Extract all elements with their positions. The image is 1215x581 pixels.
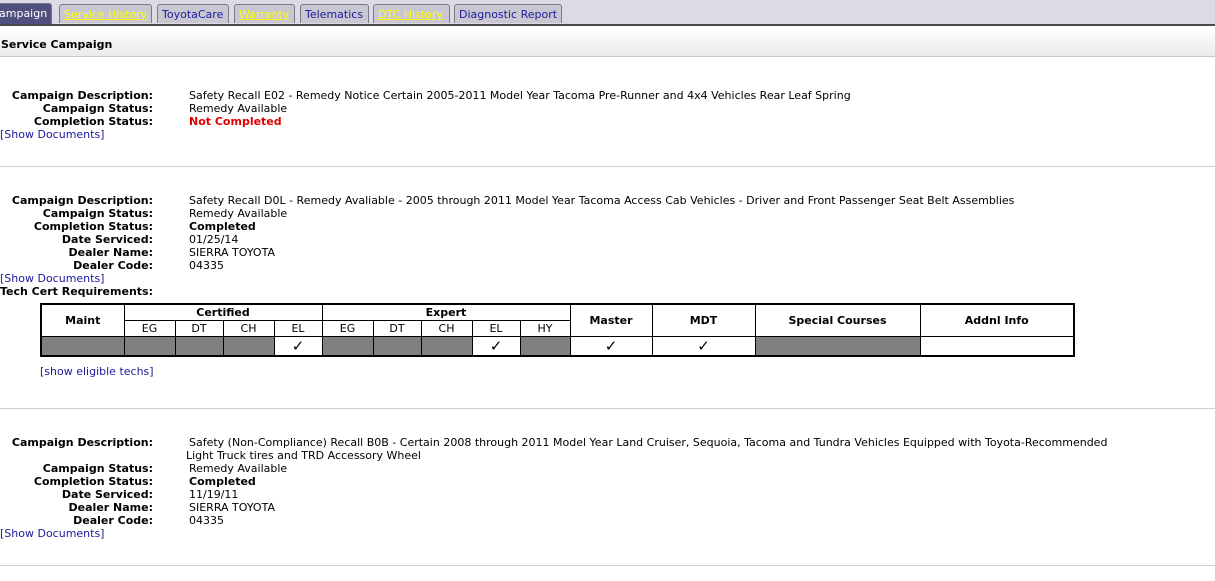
expert-header: Expert — [321, 303, 571, 321]
dealer-name-label: Dealer Name: — [68, 246, 153, 259]
campaign-description-line-2: Light Truck tires and TRD Accessory Whee… — [186, 449, 421, 462]
mdt-cell: ✓ — [651, 335, 756, 356]
tech-cert-table: Maint Certified Expert Master MDT Specia… — [40, 303, 1075, 357]
addnl-info-header: Addnl Info — [919, 303, 1075, 337]
campaign-description-label: Campaign Description: — [11, 89, 153, 102]
tab-bar: ampaign Service History ToyotaCare Warra… — [0, 0, 1215, 26]
tab-toyotacare[interactable]: ToyotaCare — [157, 4, 229, 23]
expert-hy-cell — [519, 335, 571, 356]
certified-eg-cell — [123, 335, 176, 356]
dealer-code: 04335 — [189, 259, 224, 272]
show-documents-link[interactable]: [Show Documents] — [0, 527, 104, 540]
campaign-divider — [0, 565, 1215, 566]
campaign-status-label: Campaign Status: — [42, 102, 153, 115]
dealer-name: SIERRA TOYOTA — [189, 246, 275, 259]
completion-status-label: Completion Status: — [33, 475, 153, 488]
show-documents-link[interactable]: [Show Documents] — [0, 272, 104, 285]
expert-ch-header: CH — [420, 319, 473, 337]
master-cell: ✓ — [569, 335, 653, 356]
tab-campaign[interactable]: ampaign — [0, 3, 52, 24]
show-documents-link[interactable]: [Show Documents] — [0, 128, 104, 141]
campaign-description-label: Campaign Description: — [11, 436, 153, 449]
tab-telematics[interactable]: Telematics — [300, 4, 369, 23]
campaign-status-label: Campaign Status: — [42, 207, 153, 220]
tab-service-history[interactable]: Service History — [59, 4, 152, 23]
expert-ch-cell — [420, 335, 473, 356]
tab-dtc-history[interactable]: DTC History — [373, 4, 450, 23]
maint-header: Maint — [40, 303, 125, 337]
mdt-header: MDT — [651, 303, 756, 337]
certified-el-header: EL — [273, 319, 323, 337]
certified-ch-header: CH — [222, 319, 275, 337]
date-serviced: 01/25/14 — [189, 233, 239, 246]
certified-dt-cell — [174, 335, 224, 356]
maint-cell — [40, 335, 125, 356]
section-title: Service Campaign — [0, 33, 1215, 57]
completion-status: Completed — [189, 220, 256, 233]
certified-el-cell: ✓ — [273, 335, 323, 356]
show-eligible-techs-link[interactable]: [show eligible techs] — [40, 365, 154, 378]
completion-status-label: Completion Status: — [33, 220, 153, 233]
campaign-divider — [0, 408, 1215, 409]
dealer-code-label: Dealer Code: — [73, 259, 153, 272]
certified-header: Certified — [123, 303, 323, 321]
dealer-name-label: Dealer Name: — [68, 501, 153, 514]
expert-dt-cell — [372, 335, 422, 356]
date-serviced-label: Date Serviced: — [61, 233, 153, 246]
expert-eg-cell — [321, 335, 374, 356]
tech-cert-label: Tech Cert Requirements: — [0, 285, 153, 298]
addnl-info-cell — [919, 335, 1075, 356]
dealer-name: SIERRA TOYOTA — [189, 501, 275, 514]
completion-status: Not Completed — [189, 115, 282, 128]
certified-ch-cell — [222, 335, 275, 356]
campaign-status: Remedy Available — [189, 102, 288, 115]
tab-diagnostic-report[interactable]: Diagnostic Report — [454, 4, 562, 23]
campaign-description: Safety Recall D0L - Remedy Avaliable - 2… — [189, 194, 1015, 207]
certified-eg-header: EG — [123, 319, 176, 337]
expert-el-cell: ✓ — [471, 335, 521, 356]
master-header: Master — [569, 303, 653, 337]
expert-hy-header: HY — [519, 319, 571, 337]
expert-eg-header: EG — [321, 319, 374, 337]
completion-status-label: Completion Status: — [33, 115, 153, 128]
expert-dt-header: DT — [372, 319, 422, 337]
campaign-divider — [0, 166, 1215, 167]
completion-status: Completed — [189, 475, 256, 488]
certified-dt-header: DT — [174, 319, 224, 337]
tab-warranty[interactable]: Warranty — [234, 4, 295, 23]
date-serviced-label: Date Serviced: — [61, 488, 153, 501]
campaign-description-label: Campaign Description: — [11, 194, 153, 207]
campaign-status-label: Campaign Status: — [42, 462, 153, 475]
dealer-code-label: Dealer Code: — [73, 514, 153, 527]
campaign-description: Safety Recall E02 - Remedy Notice Certai… — [189, 89, 851, 102]
date-serviced: 11/19/11 — [189, 488, 239, 501]
special-courses-header: Special Courses — [754, 303, 921, 337]
campaign-status: Remedy Available — [189, 207, 288, 220]
dealer-code: 04335 — [189, 514, 224, 527]
special-courses-cell — [754, 335, 921, 356]
campaign-description-line-1: Safety (Non-Compliance) Recall B0B - Cer… — [189, 436, 1108, 449]
expert-el-header: EL — [471, 319, 521, 337]
campaign-status: Remedy Available — [189, 462, 288, 475]
